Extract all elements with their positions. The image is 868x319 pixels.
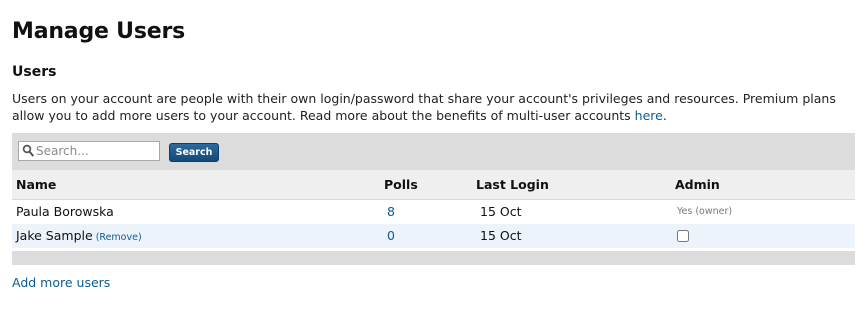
poll-count-link[interactable]: 8 (384, 204, 395, 219)
description-text: Users on your account are people with th… (12, 91, 836, 123)
user-name: Jake Sample (16, 228, 93, 243)
remove-user-link[interactable]: (Remove) (96, 232, 142, 243)
section-title: Users (12, 64, 57, 80)
table-row: Paula Borowska 8 15 Oct Yes (owner) (12, 200, 855, 224)
column-header-polls: Polls (384, 177, 418, 192)
add-more-users-link[interactable]: Add more users (12, 274, 110, 291)
poll-count-link[interactable]: 0 (384, 228, 395, 243)
search-toolbar: Search (12, 133, 855, 170)
column-header-name: Name (16, 177, 57, 192)
table-row: Jake Sample (Remove) 0 15 Oct (12, 224, 855, 248)
admin-status: Yes (owner) (677, 206, 733, 217)
section-description: Users on your account are people with th… (12, 90, 857, 124)
search-input[interactable] (18, 141, 160, 161)
admin-checkbox[interactable] (677, 229, 689, 242)
column-header-admin: Admin (675, 177, 720, 192)
user-name: Paula Borowska (16, 204, 114, 219)
last-login-date: 15 Oct (480, 228, 522, 243)
description-end: . (662, 108, 667, 123)
users-table: Name Polls Last Login Admin Paula Borows… (12, 170, 855, 265)
search-button[interactable]: Search (169, 143, 219, 162)
table-header: Name Polls Last Login Admin (12, 170, 855, 200)
learn-more-link[interactable]: here (635, 108, 663, 123)
column-header-last-login: Last Login (476, 177, 549, 192)
last-login-date: 15 Oct (480, 204, 522, 219)
table-footer (12, 251, 855, 265)
page-title: Manage Users (12, 19, 185, 44)
